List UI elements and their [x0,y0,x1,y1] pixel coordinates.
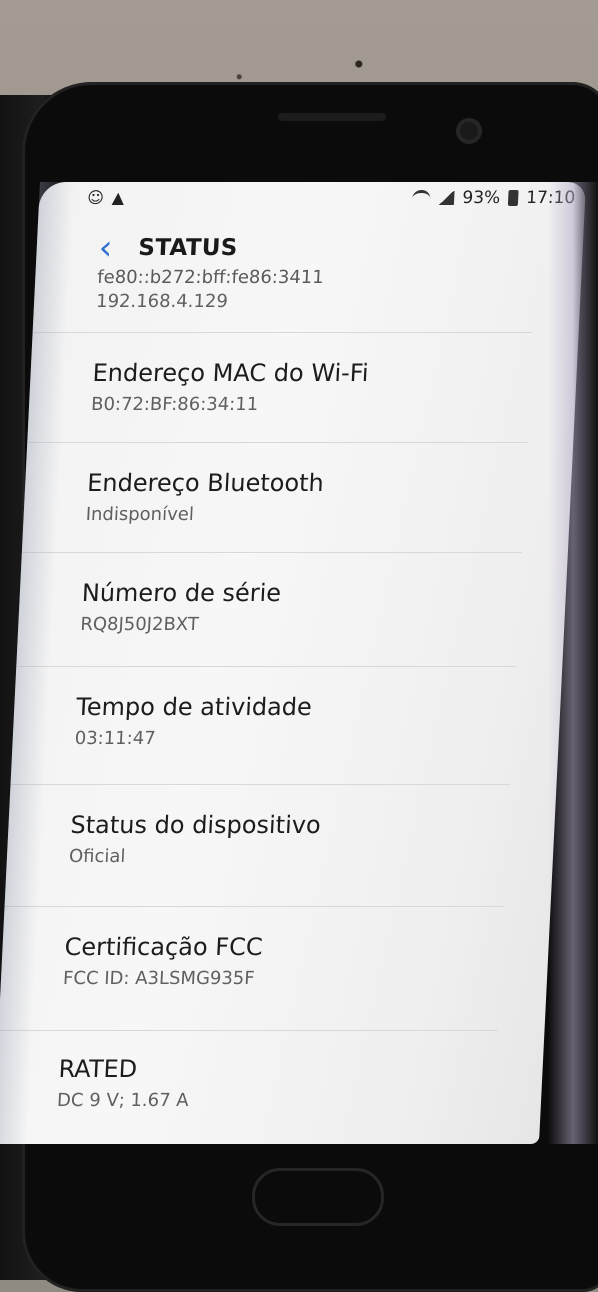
screen-curved-edge-right [548,182,598,1144]
account-icon: ☺ [86,188,105,207]
list-item-label: Endereço MAC do Wi-Fi [91,359,370,387]
back-arrow-icon[interactable]: ‹ [98,228,114,268]
list-item-label: RATED [57,1055,138,1083]
list-item-value: DC 9 V; 1.67 A [56,1090,190,1111]
list-item-value: FCC ID: A3LSMG935F [62,968,256,989]
list-item-value: Oficial [68,846,126,867]
list-item-rated[interactable]: RATED DC 9 V; 1.67 A [0,1030,499,1140]
wifi-icon [412,189,431,207]
app-bar: ‹ STATUS [98,228,239,268]
list-item-ip-address: fe80::b272:bff:fe86:3411 192.168.4.129 [33,267,536,332]
list-item-label: Número de série [81,579,282,607]
front-camera [456,118,482,144]
ipv4-address: 192.168.4.129 [95,291,229,312]
earpiece [278,113,386,121]
status-list: fe80::b272:bff:fe86:3411 192.168.4.129 E… [0,267,536,1140]
list-item-value: Indisponível [85,504,195,525]
status-bar: ☺ ▲ 93% 17:10 [87,186,576,212]
list-item-wifi-mac[interactable]: Endereço MAC do Wi-Fi B0:72:BF:86:34:11 [27,332,533,442]
signal-icon [438,191,455,205]
list-item-label: Endereço Bluetooth [86,469,325,497]
phone-screen: ☺ ▲ 93% 17:10 ‹ STATUS fe80::b272:bff:fe… [0,182,586,1144]
list-item-value: 03:11:47 [74,728,157,749]
page-title: STATUS [137,235,239,261]
home-button[interactable] [252,1168,384,1226]
list-item-uptime[interactable]: Tempo de atividade 03:11:47 [10,666,517,784]
list-item-serial-number[interactable]: Número de série RQ8J50J2BXT [16,552,522,666]
list-item-label: Certificação FCC [63,933,264,961]
list-item-bluetooth[interactable]: Endereço Bluetooth Indisponível [21,442,528,552]
warning-icon: ▲ [111,188,125,207]
battery-percent: 93% [461,188,501,208]
battery-icon [507,190,519,206]
list-item-value: B0:72:BF:86:34:11 [90,394,259,415]
list-item-fcc-certification[interactable]: Certificação FCC FCC ID: A3LSMG935F [0,906,505,1030]
list-item-label: Status do dispositivo [69,811,322,839]
list-item-device-status[interactable]: Status do dispositivo Oficial [4,784,511,906]
list-item-label: Tempo de atividade [75,693,313,721]
list-item-value: RQ8J50J2BXT [79,614,200,635]
ipv6-address: fe80::b272:bff:fe86:3411 [96,267,325,288]
